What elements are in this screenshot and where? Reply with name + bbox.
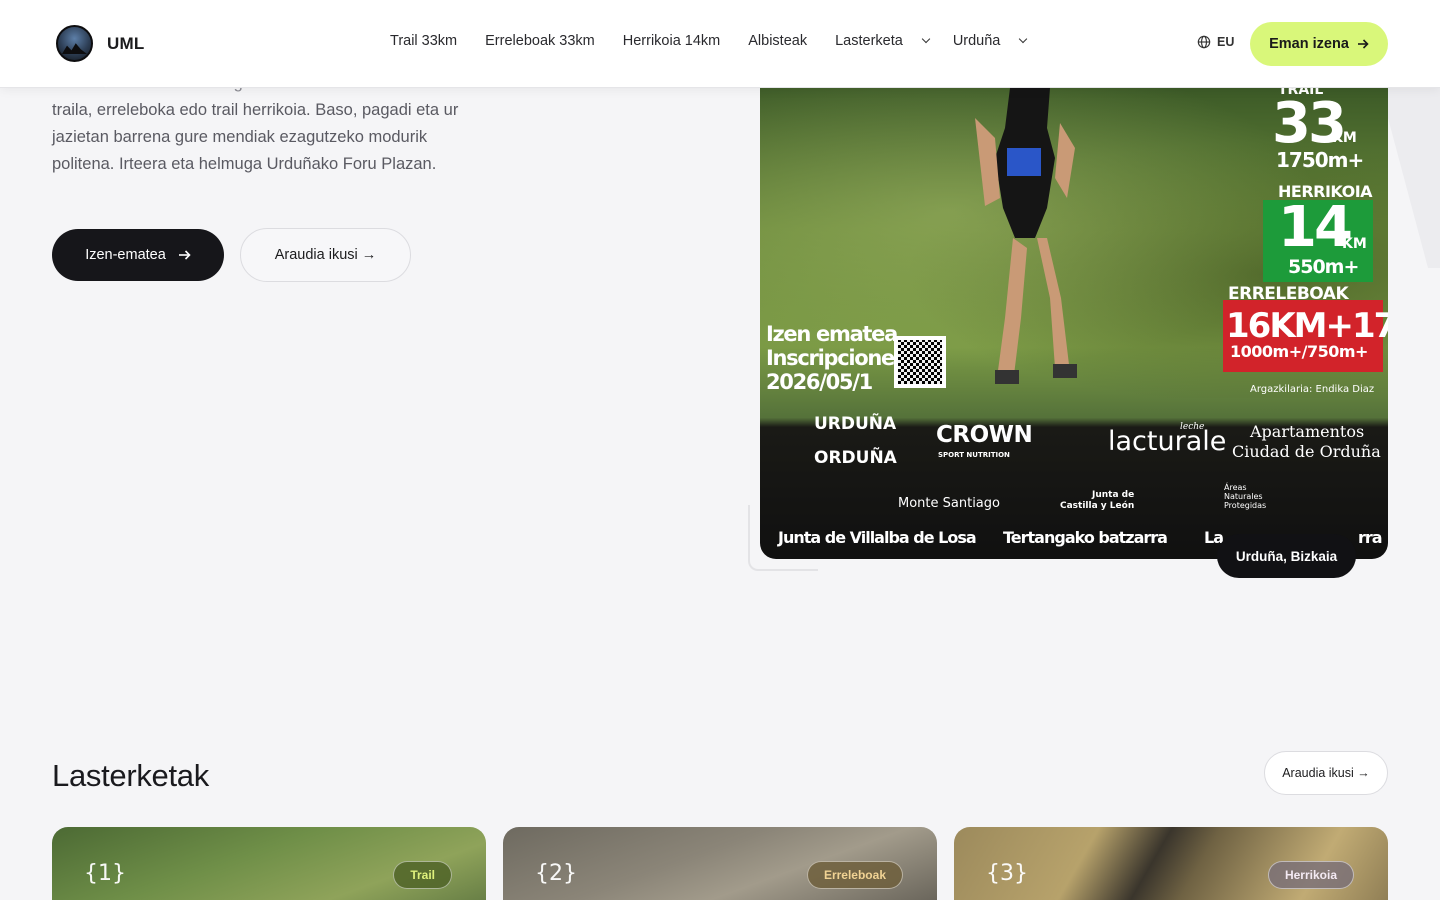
chevron-down-icon [1019, 34, 1028, 44]
nav-lasterketa-dropdown[interactable]: Lasterketa [835, 33, 931, 49]
nav-erreleboak-33km[interactable]: Erreleboak 33km [485, 33, 595, 49]
race-card-erreleboak[interactable]: {2} Erreleboak [503, 827, 937, 900]
card-tag: Trail [393, 861, 452, 889]
nav-urduna-label: Urduña [952, 33, 1001, 49]
language-switcher[interactable]: EU [1197, 35, 1234, 49]
poster-erreleboak-km: 16KM+17KM [1226, 306, 1388, 346]
araudia-ikusi-button[interactable]: Araudia ikusi → [240, 228, 411, 282]
hero-line: politena. Irteera eta helmuga Urduñako F… [52, 155, 437, 173]
sponsor-areas-b: Naturales [1224, 492, 1263, 501]
izen-ematea-button[interactable]: Izen-ematea [52, 229, 224, 281]
arrow-right-icon [178, 250, 191, 260]
sponsor-urduna: URDUÑA [814, 414, 897, 434]
section-title: Lasterketak [52, 758, 209, 793]
location-badge: Urduña, Bizkaia [1217, 534, 1356, 578]
nav-albisteak[interactable]: Albisteak [748, 33, 807, 49]
eman-izena-button[interactable]: Eman izena [1250, 22, 1388, 66]
sponsor-apartamentos: Apartamentos [1250, 422, 1365, 441]
main-nav: Trail 33km Erreleboak 33km Herrikoia 14k… [390, 33, 1050, 49]
logo-mountain-icon [56, 25, 93, 62]
poster-herrikoia-elev: 550m+ [1288, 256, 1359, 278]
poster-erreleboak-label: ERRELEBOAK [1228, 284, 1349, 304]
sponsor-areas-a: Áreas [1224, 483, 1247, 492]
poster-trail-unit: KM [1332, 130, 1357, 146]
card-tag: Erreleboak [806, 861, 903, 889]
poster-signup-line1: Izen ematea [766, 322, 898, 346]
nav-herrikoia-14km[interactable]: Herrikoia 14km [623, 33, 721, 49]
globe-icon [1197, 35, 1211, 49]
site-header: UML Trail 33km Erreleboak 33km Herrikoia… [0, 0, 1440, 88]
card-number: {3} [986, 861, 1028, 886]
hero-line: jazietan barrena gure mendiak ezagutzeko… [52, 128, 428, 146]
card-tag: Herrikoia [1267, 861, 1354, 889]
qr-code [894, 336, 946, 388]
poster-trail-elev: 1750m+ [1276, 148, 1364, 172]
poster-herrikoia-km: 14 [1278, 195, 1353, 260]
language-code: EU [1217, 35, 1235, 49]
poster-footer-partial-b: rra [1358, 528, 1383, 547]
arrow-right-icon [1357, 39, 1369, 49]
sponsor-ciudad-orduna: Ciudad de Orduña [1232, 442, 1381, 461]
sponsor-lacturale: lacturale [1108, 426, 1227, 457]
sponsor-junta-cyl-a: Junta de [1092, 490, 1135, 500]
poster-footer-tertanga: Tertangako batzarra [1003, 528, 1168, 547]
cta-label: Eman izena [1269, 36, 1349, 52]
hero-line: traila, erreleboka edo trail herrikoia. … [52, 101, 459, 119]
poster-photo-credit: Argazkilaria: Endika Diaz [1250, 384, 1375, 395]
race-poster-image: TRAIL 33 KM 1750m+ HERRIKOIA 14 KM 550m+… [760, 88, 1388, 559]
card-number: {2} [535, 861, 577, 886]
araudia-ikusi-small-button[interactable]: Araudia ikusi → [1264, 751, 1388, 795]
nav-urduna-dropdown[interactable]: Urduña [952, 33, 1028, 49]
chevron-down-icon [921, 34, 931, 44]
sponsor-crown: CROWN [936, 422, 1033, 448]
sponsor-crown-sub: SPORT NUTRITION [938, 451, 1010, 459]
logo[interactable]: UML [56, 25, 144, 62]
poster-footer-villalba: Junta de Villalba de Losa [778, 528, 977, 547]
sponsor-orduna: ORDUÑA [814, 448, 897, 468]
race-card-trail[interactable]: {1} Trail [52, 827, 486, 900]
runner-figure [975, 88, 1077, 384]
logo-text: UML [107, 33, 145, 53]
sponsor-areas-c: Protegidas [1224, 501, 1267, 510]
izen-ematea-label: Izen-ematea [85, 247, 166, 263]
card-number: {1} [84, 861, 126, 886]
decorative-shape [1380, 88, 1440, 268]
nav-lasterketa-label: Lasterketa [835, 33, 903, 49]
nav-trail-33km[interactable]: Trail 33km [390, 33, 457, 49]
poster-herrikoia-unit: KM [1342, 236, 1367, 252]
poster-signup-line2: Inscripciones [766, 346, 906, 370]
race-card-herrikoia[interactable]: {3} Herrikoia [954, 827, 1388, 900]
poster-erreleboak-elev: 1000m+/750m+ [1230, 342, 1368, 361]
poster-signup-date: 2026/05/1 [766, 370, 873, 394]
sponsor-monte-santiago: Monte Santiago [898, 496, 1000, 511]
sponsor-junta-cyl-b: Castilla y León [1060, 501, 1135, 511]
